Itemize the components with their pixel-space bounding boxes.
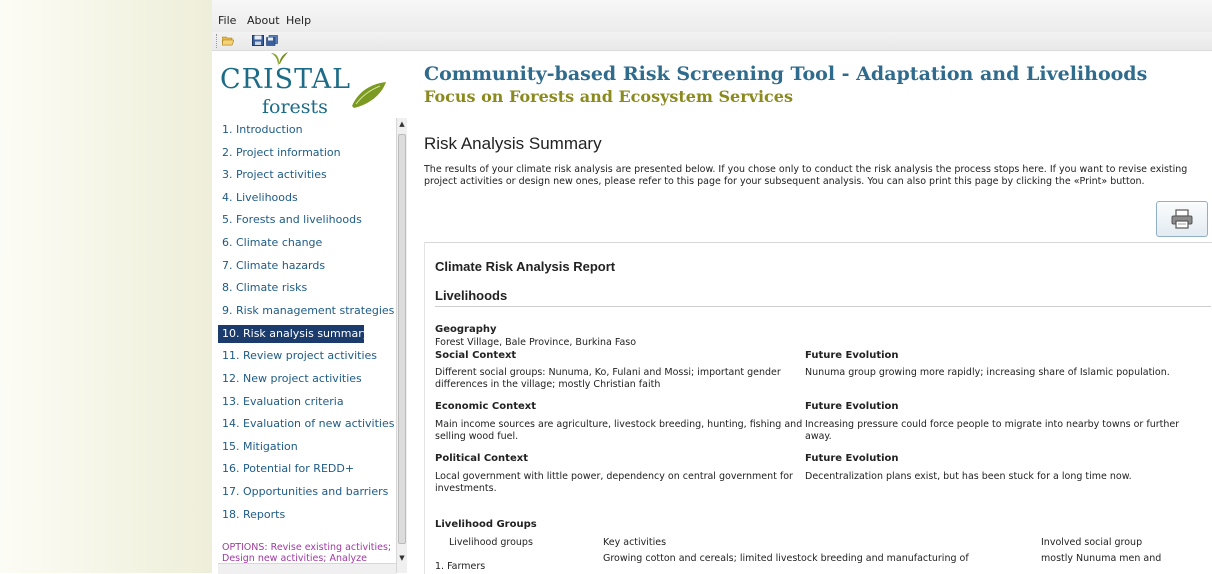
sidebar-item-climate-hazards[interactable]: 7. Climate hazards (218, 257, 398, 275)
economic-context-label: Economic Context (435, 401, 536, 412)
menu-bar: File About Help (212, 0, 1212, 32)
groups-header-livelihood: Livelihood groups (449, 537, 533, 548)
geography-value: Forest Village, Bale Province, Burkina F… (435, 337, 637, 348)
social-future-value: Nunuma group growing more rapidly; incre… (805, 367, 1170, 378)
sidebar-item-evaluation-criteria[interactable]: 13. Evaluation criteria (218, 393, 398, 411)
political-future-label: Future Evolution (805, 453, 899, 464)
save-icon[interactable] (252, 35, 264, 46)
logo-forests-text: forests (262, 96, 328, 118)
main-content: Risk Analysis Summary The results of you… (414, 118, 1212, 574)
app-subtitle: Focus on Forests and Ecosystem Services (424, 87, 793, 106)
sidebar-item-reports[interactable]: 18. Reports (218, 506, 398, 524)
sidebar-item-potential-for-redd[interactable]: 16. Potential for REDD+ (218, 460, 398, 478)
app-window: File About Help CRISTAL forests Communit… (212, 0, 1212, 574)
political-context-label: Political Context (435, 453, 528, 464)
logo-wordmark: CRISTAL (220, 64, 352, 95)
report-panel: Climate Risk Analysis Report Livelihoods… (424, 242, 1212, 574)
livelihood-groups-label: Livelihood Groups (435, 519, 537, 530)
social-context-label: Social Context (435, 350, 517, 361)
desktop-background (0, 0, 212, 573)
printer-icon (1171, 209, 1193, 229)
groups-row-livelihood: 1. Farmers (435, 561, 486, 572)
economic-future-label: Future Evolution (805, 401, 899, 412)
folder-open-icon[interactable] (222, 35, 234, 46)
sidebar-item-new-project-activities[interactable]: 12. New project activities (218, 370, 398, 388)
sidebar-item-risk-analysis-summary[interactable]: 10. Risk analysis summary (218, 325, 369, 343)
menu-about[interactable]: About (247, 14, 280, 27)
sidebar-item-evaluation-of-new-activities[interactable]: 14. Evaluation of new activities (218, 415, 398, 433)
social-context-value: Different social groups: Nunuma, Ko, Ful… (435, 367, 781, 390)
menu-help[interactable]: Help (286, 14, 311, 27)
sidebar-nav: 1. Introduction 2. Project information 3… (218, 118, 398, 573)
scrollbar-thumb[interactable] (398, 134, 406, 544)
sidebar-item-mitigation[interactable]: 15. Mitigation (218, 438, 398, 456)
sidebar-options-text: OPTIONS: Revise existing activities; Des… (222, 542, 392, 564)
scroll-up-arrow-icon[interactable]: ▲ (397, 120, 407, 130)
sidebar-item-climate-change[interactable]: 6. Climate change (218, 234, 398, 252)
sidebar-item-opportunities-and-barriers[interactable]: 17. Opportunities and barriers (218, 483, 398, 501)
leaf-icon (352, 82, 386, 108)
app-title: Community-based Risk Screening Tool - Ad… (424, 63, 1148, 85)
section-divider (435, 306, 1211, 307)
groups-row-social-group: mostly Nunuma men and (1041, 553, 1162, 564)
report-section-title: Livelihoods (435, 288, 508, 303)
groups-header-social-group: Involved social group (1041, 537, 1143, 548)
sidebar-item-climate-risks[interactable]: 8. Climate risks (218, 279, 398, 297)
toolbar (212, 32, 1212, 51)
social-future-label: Future Evolution (805, 350, 899, 361)
menu-file[interactable]: File (218, 14, 236, 27)
sidebar-horizontal-scrollbar[interactable] (218, 563, 396, 574)
scroll-down-arrow-icon[interactable]: ▼ (397, 554, 407, 564)
page-title: Risk Analysis Summary (424, 134, 602, 153)
sidebar-item-review-project-activities[interactable]: 11. Review project activities (218, 347, 398, 365)
intro-text: The results of your climate risk analysi… (424, 164, 1188, 187)
toolbar-grip (216, 34, 219, 48)
sidebar-item-risk-management-strategies[interactable]: 9. Risk management strategies (218, 302, 398, 320)
cristal-logo: CRISTAL forests (220, 50, 400, 118)
groups-header-activities: Key activities (603, 537, 667, 548)
economic-future-value: Increasing pressure could force people t… (805, 419, 1180, 442)
sidebar-item-project-activities[interactable]: 3. Project activities (218, 166, 398, 184)
economic-context-value: Main income sources are agriculture, liv… (435, 419, 803, 442)
save-all-icon[interactable] (266, 35, 278, 46)
sidebar-vertical-scrollbar[interactable]: ▲ ▼ (396, 118, 407, 573)
sidebar-item-project-information[interactable]: 2. Project information (218, 144, 398, 162)
geography-label: Geography (435, 324, 497, 335)
report-title: Climate Risk Analysis Report (435, 259, 616, 274)
sidebar-item-livelihoods[interactable]: 4. Livelihoods (218, 189, 398, 207)
print-button[interactable] (1156, 201, 1208, 237)
sidebar-item-forests-and-livelihoods[interactable]: 5. Forests and livelihoods (218, 211, 398, 229)
political-future-value: Decentralization plans exist, but has be… (805, 471, 1132, 482)
political-context-value: Local government with little power, depe… (435, 471, 793, 494)
sidebar-item-introduction[interactable]: 1. Introduction (218, 121, 398, 139)
groups-row-activities: Growing cotton and cereals; limited live… (603, 553, 969, 564)
